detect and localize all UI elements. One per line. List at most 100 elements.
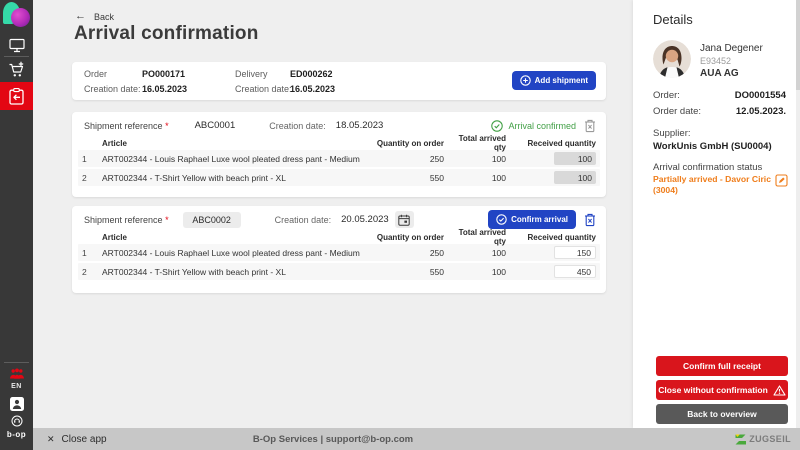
back-to-overview-button[interactable]: Back to overview [656, 404, 788, 424]
shipment-2-creation-date[interactable]: 20.05.2023 [341, 214, 389, 225]
language-selector[interactable]: EN [0, 383, 33, 390]
details-order-date: 12.05.2023. [735, 106, 786, 117]
supplier-label: Supplier: [653, 128, 691, 139]
article-name: ART002344 - T-Shirt Yellow with beach pr… [102, 266, 286, 277]
user-avatar-photo [653, 40, 691, 78]
article-name: ART002344 - Louis Raphael Luxe wool plea… [102, 247, 360, 258]
user-name: Jana Degener [700, 43, 763, 54]
footer-bar: ✕ Close app B-Op Services | support@b-op… [33, 428, 800, 450]
table-row: 1 ART002344 - Louis Raphael Luxe wool pl… [78, 244, 600, 261]
qty-on-order-value: 550 [429, 266, 444, 277]
sidebar-item-users[interactable] [0, 367, 33, 380]
received-qty-input[interactable] [554, 265, 596, 278]
shipment-1-table: Article Quantity on order Total arrived … [72, 134, 606, 186]
table-header-row: Article Quantity on order Total arrived … [78, 134, 600, 152]
support-headset-icon [11, 415, 22, 426]
total-arrived-value: 100 [491, 266, 506, 277]
table-row: 2 ART002344 - T-Shirt Yellow with beach … [78, 169, 600, 186]
order-creation-date-label: Creation date: [84, 84, 141, 94]
received-qty-cell [510, 265, 596, 278]
confirm-full-receipt-button[interactable]: Confirm full receipt [656, 356, 788, 376]
col-received-qty: Received quantity [527, 232, 596, 242]
edit-status-button[interactable] [775, 174, 788, 187]
close-without-confirmation-label: Close without confirmation [658, 385, 768, 395]
close-without-confirmation-button[interactable]: Close without confirmation [656, 380, 788, 400]
back-to-overview-label: Back to overview [687, 409, 757, 419]
order-label: Order [84, 69, 108, 79]
avatar-image [653, 40, 691, 78]
check-circle-icon [496, 214, 507, 225]
article-name: ART002344 - T-Shirt Yellow with beach pr… [102, 172, 286, 183]
add-shipment-label: Add shipment [534, 76, 588, 85]
main-content: ← Back Arrival confirmation Order PO0001… [33, 0, 633, 428]
details-scrollbar-thumb[interactable] [796, 0, 800, 90]
arrival-confirmed-badge: Arrival confirmed [491, 119, 576, 132]
col-total-arrived: Total arrived qty [458, 134, 506, 152]
delete-shipment-1-button[interactable] [584, 119, 596, 133]
required-marker: * [165, 214, 169, 225]
details-order-label: Order: [653, 90, 680, 101]
user-employee-id: E93452 [700, 56, 732, 66]
users-group-icon [9, 368, 24, 379]
delete-shipment-2-button[interactable] [584, 213, 596, 227]
col-total-arrived: Total arrived qty [458, 228, 506, 246]
details-panel: Details Jana Degener E93452 AUA AG Order… [633, 0, 800, 428]
total-arrived-value: 100 [491, 172, 506, 183]
add-shipment-button[interactable]: Add shipment [511, 71, 596, 90]
row-number: 1 [82, 247, 87, 258]
arrival-status-label: Arrival confirmation status [653, 162, 763, 173]
app-window: EN b-op ← Back Arrival confirmation Orde… [0, 0, 800, 450]
shipment-1-reference: ABC0001 [194, 120, 236, 131]
details-scrollbar[interactable] [796, 0, 800, 428]
details-order-row: Order: DO0001554 [653, 90, 786, 101]
user-company: AUA AG [700, 68, 739, 79]
arrival-confirmed-label: Arrival confirmed [508, 120, 576, 131]
required-marker: * [165, 120, 169, 131]
delivery-creation-date: 16.05.2023 [290, 84, 336, 94]
zugseil-logo-text: ZUGSEIL [749, 434, 791, 444]
shipment-reference-label: Shipment reference * [84, 121, 169, 131]
qty-on-order-value: 250 [429, 247, 444, 258]
confirm-arrival-label: Confirm arrival [511, 215, 568, 224]
delivery-creation-date-label: Creation date: [235, 84, 292, 94]
sidebar-item-dashboard[interactable] [0, 36, 33, 54]
supplier-value: WorkUnis GmbH (SU0004) [653, 141, 772, 152]
col-qty-on-order: Quantity on order [376, 138, 444, 148]
delivery-label: Delivery [235, 69, 268, 79]
app-logo[interactable] [0, 0, 33, 33]
close-app-label: Close app [61, 433, 107, 445]
date-picker-button[interactable] [394, 211, 414, 228]
sidebar-item-cart[interactable] [0, 60, 33, 80]
plus-circle-icon [519, 75, 531, 86]
page-title: Arrival confirmation [74, 23, 259, 44]
footer-support-text: B-Op Services | support@b-op.com [252, 433, 414, 445]
edit-square-icon [775, 174, 788, 187]
details-order-date-row: Order date: 12.05.2023. [653, 106, 786, 117]
received-qty-input [554, 152, 596, 165]
delivery-number: ED000262 [290, 69, 333, 79]
shipment-reference-label-text: Shipment reference [84, 120, 163, 131]
confirm-arrival-button[interactable]: Confirm arrival [488, 210, 576, 229]
received-qty-cell [510, 246, 596, 259]
sidebar-item-help[interactable] [0, 414, 33, 427]
table-header-row: Article Quantity on order Total arrived … [78, 228, 600, 246]
sidebar-item-arrival-confirmation[interactable] [0, 82, 33, 110]
back-button[interactable]: ← Back [75, 11, 114, 22]
total-arrived-value: 100 [491, 153, 506, 164]
close-app-button[interactable]: ✕ Close app [47, 434, 107, 445]
shipment-2-reference-input[interactable] [182, 211, 241, 228]
table-row: 2 ART002344 - T-Shirt Yellow with beach … [78, 263, 600, 280]
qty-on-order-value: 550 [429, 172, 444, 183]
back-label: Back [94, 11, 115, 22]
back-arrow-icon: ← [75, 10, 86, 22]
user-info: Jana Degener E93452 AUA AG [700, 43, 763, 79]
calendar-icon [398, 214, 410, 226]
col-article: Article [102, 138, 127, 148]
received-qty-input[interactable] [554, 246, 596, 259]
order-summary-card: Order PO000171 Creation date: 16.05.2023… [72, 62, 606, 100]
sidebar-item-profile[interactable] [0, 396, 33, 411]
shipment-card-1: Shipment reference * ABC0001 Creation da… [72, 112, 606, 197]
shipment-2-creation-date-label: Creation date: [274, 214, 332, 225]
zugseil-brand: ZUGSEIL [735, 434, 791, 445]
sidebar-divider-bottom [4, 362, 29, 363]
